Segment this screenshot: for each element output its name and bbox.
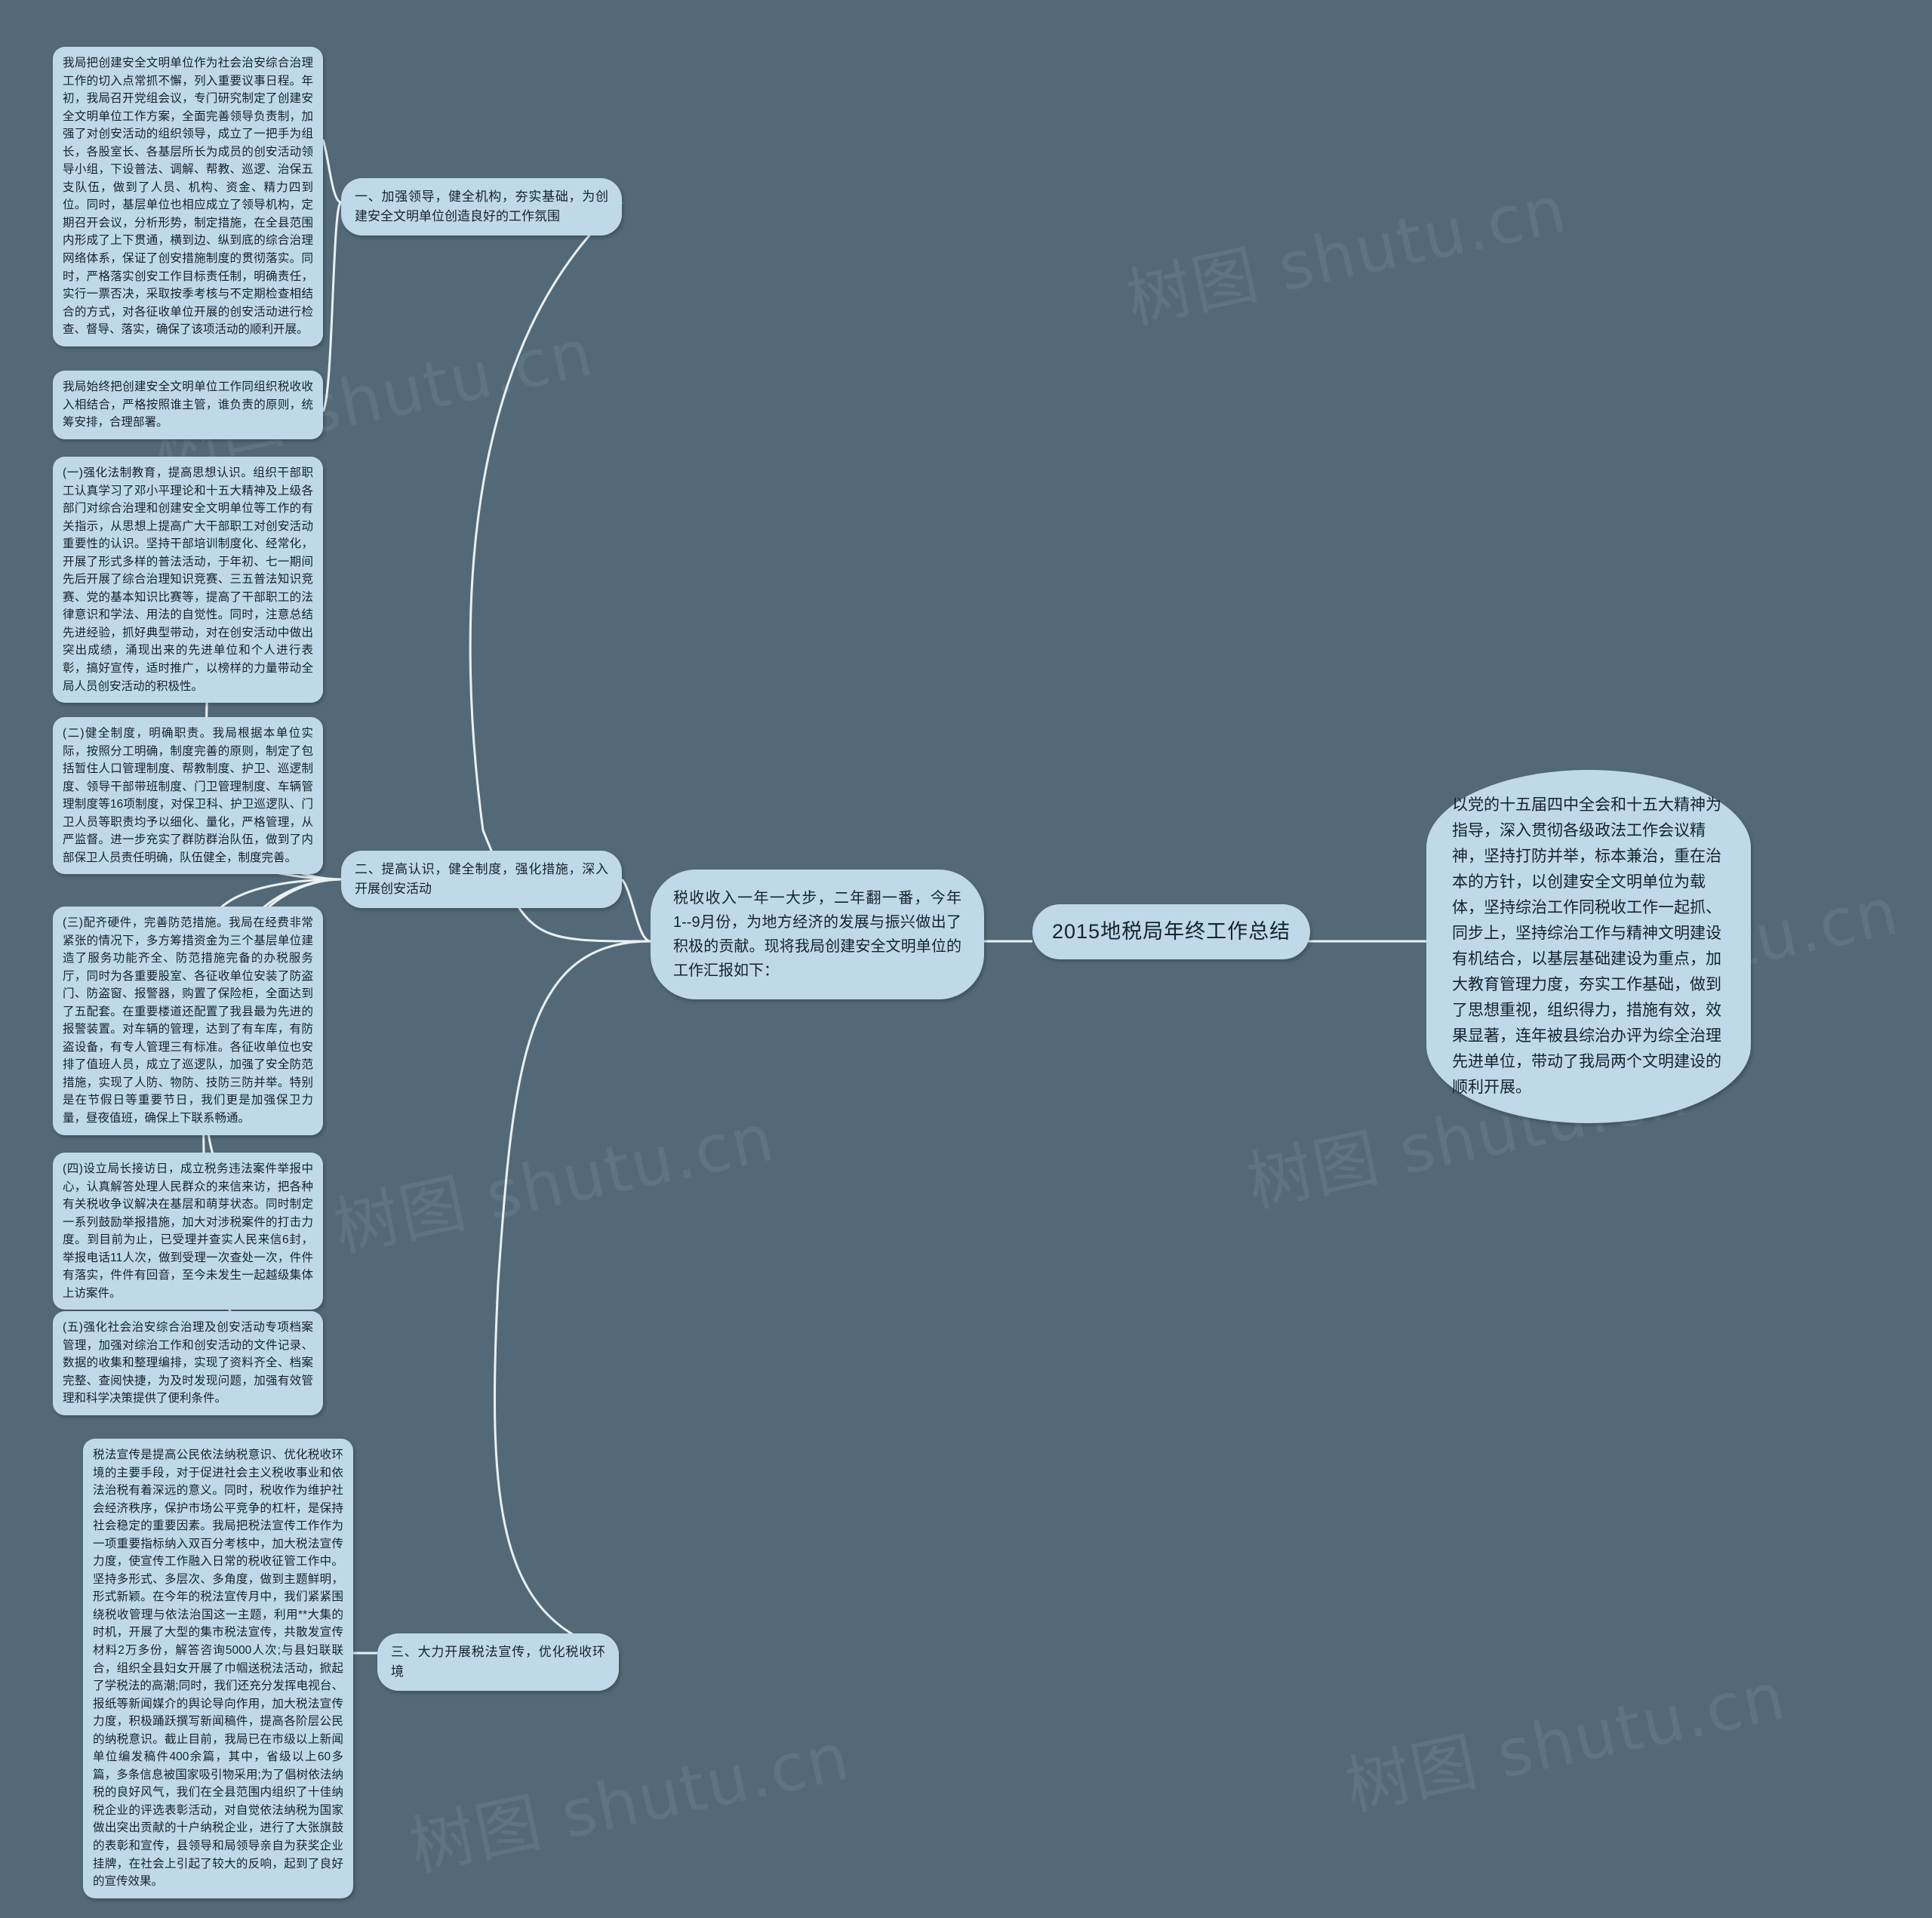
wire-intro-branch1 — [469, 201, 651, 943]
branch-node-3[interactable]: 三、大力开展税法宣传，优化税收环境 — [377, 1633, 619, 1691]
leaf-node-8[interactable]: 税法宣传是提高公民依法纳税意识、优化税收环境的主要手段，对于促进社会主义税收事业… — [83, 1439, 353, 1898]
intro-node[interactable]: 税收收入一年一大步，二年翻一番，今年 1--9月份，为地方经济的发展与振兴做出了… — [651, 870, 984, 999]
watermark-text: 树图 shutu.cn — [1339, 1658, 1792, 1826]
watermark-text: 树图 shutu.cn — [403, 1719, 857, 1886]
watermark-text: 树图 shutu.cn — [1120, 171, 1574, 339]
leaf-node-4[interactable]: (二)健全制度，明确职责。我局根据本单位实际，按照分工明确，制度完善的原则，制定… — [53, 717, 323, 875]
leaf-node-1[interactable]: 我局把创建安全文明单位作为社会治安综合治理工作的切入点常抓不懈，列入重要议事日程… — [53, 47, 323, 346]
wire-intro-branch2 — [620, 878, 651, 943]
root-node[interactable]: 2015地税局年终工作总结 — [1032, 904, 1311, 960]
branch-node-1[interactable]: 一、加强领导，健全机构，夯实基础，为创建安全文明单位创造良好的工作氛围 — [341, 178, 622, 236]
summary-node[interactable]: 以党的十五届四中全会和十五大精神为指导，深入贯彻各级政法工作会议精神，坚持打防并… — [1426, 770, 1751, 1124]
watermark-text: 树图 shutu.cn — [328, 1100, 781, 1267]
leaf-node-7[interactable]: (五)强化社会治安综合治理及创安活动专项档案管理，加强对综治工作和创安活动的文件… — [53, 1311, 323, 1415]
leaf-node-5[interactable]: (三)配齐硬件，完善防范措施。我局在经费非常紧张的情况下，多方筹措资金为三个基层… — [53, 907, 323, 1135]
branch-node-2[interactable]: 二、提高认识，健全制度，强化措施，深入开展创安活动 — [341, 851, 622, 908]
leaf-node-3[interactable]: (一)强化法制教育，提高思想认识。组织干部职工认真学习了邓小平理论和十五大精神及… — [53, 457, 323, 703]
leaf-node-2[interactable]: 我局始终把创建安全文明单位工作同组织税收收入相结合，严格按照谁主管，谁负责的原则… — [53, 371, 323, 439]
wire-branch1-leaf2 — [321, 201, 343, 412]
wire-branch1-leaf1 — [321, 139, 342, 204]
leaf-node-6[interactable]: (四)设立局长接访日，成立税务违法案件举报中心，认真解答处理人民群众的来信来访，… — [53, 1153, 323, 1310]
wire-intro-branch3 — [494, 940, 651, 1655]
